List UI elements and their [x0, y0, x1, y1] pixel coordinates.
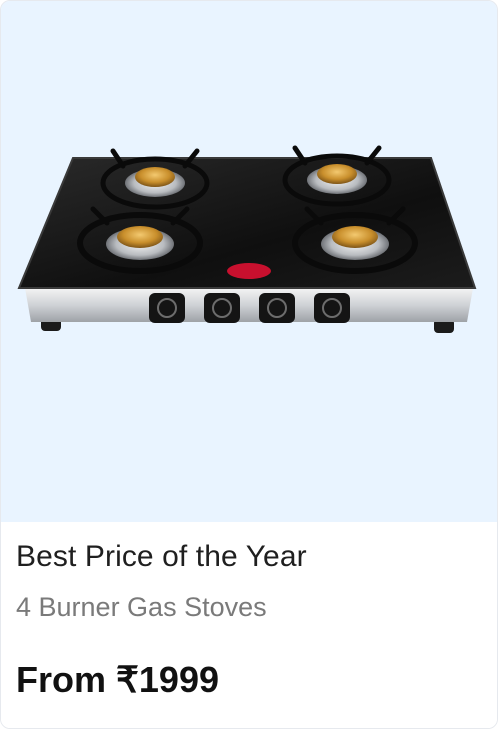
product-image[interactable]	[1, 1, 497, 522]
product-info: Best Price of the Year 4 Burner Gas Stov…	[1, 522, 497, 728]
card-subtitle: 4 Burner Gas Stoves	[16, 592, 267, 622]
card-title[interactable]: Best Price of the Year	[16, 540, 307, 574]
price-label: From ₹1999	[16, 659, 219, 700]
product-card[interactable]: Best Price of the Year 4 Burner Gas Stov…	[0, 0, 498, 729]
gas-stove-icon	[17, 145, 477, 333]
